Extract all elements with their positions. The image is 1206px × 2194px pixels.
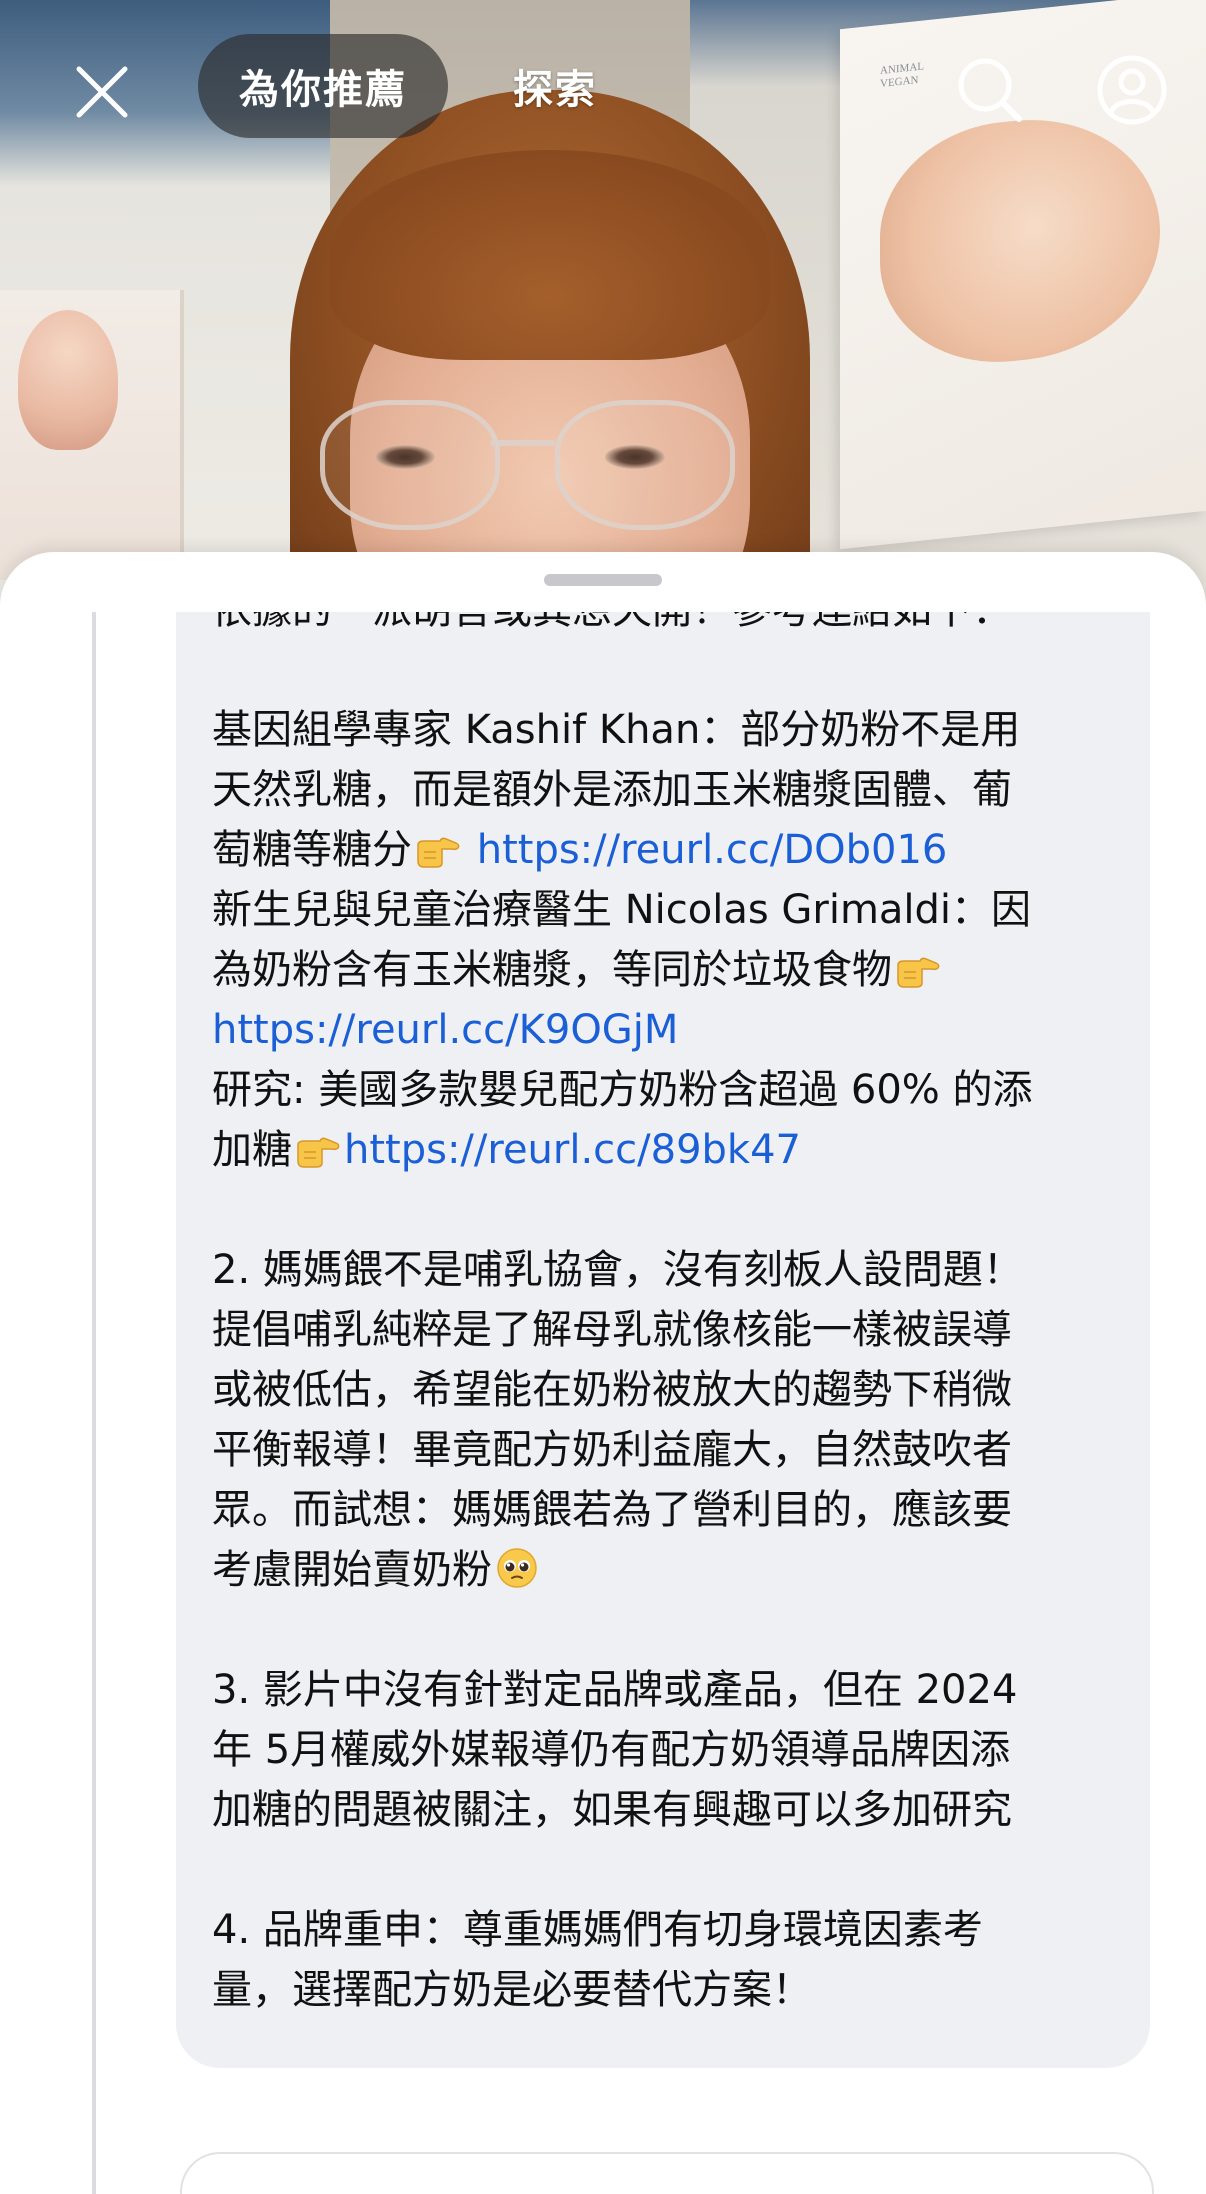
tab-explore[interactable]: 探索 bbox=[480, 34, 630, 138]
profile-icon bbox=[1097, 55, 1167, 125]
comment-text-segment: 天然乳糖，而是額外是添加玉米糖漿固體、葡 bbox=[212, 767, 1012, 813]
pointing-right-emoji-icon bbox=[897, 957, 940, 988]
comment-line: 為奶粉含有玉米糖漿，等同於垃圾食物 bbox=[212, 940, 1142, 1000]
comment-text-segment: 年 5月權威外媒報導仍有配方奶領導品牌因添 bbox=[212, 1727, 1011, 1773]
comment-text-segment: 基因組學專家 Kashif Khan：部分奶粉不是用 bbox=[212, 707, 1021, 753]
reference-link[interactable]: https://reurl.cc/K9OGjM bbox=[212, 1007, 678, 1053]
comment-text-segment: 加糖 bbox=[212, 1127, 292, 1173]
comment-text-segment: 4. 品牌重申：尊重媽媽們有切身環境因素考 bbox=[212, 1907, 983, 1953]
close-icon bbox=[76, 66, 128, 118]
comment-line: 研究: 美國多款嬰兒配方奶粉含超過 60% 的添 bbox=[212, 1060, 1142, 1120]
pointing-right-emoji-icon bbox=[297, 1137, 340, 1168]
presenter-fringe bbox=[330, 150, 770, 360]
comment-line bbox=[212, 1600, 1142, 1660]
comment-line bbox=[212, 2020, 1142, 2068]
comment-text-segment: 萄糖等糖分 bbox=[212, 827, 412, 873]
comment-text-segment: 3. 影片中沒有針對定品牌或產品，但在 2024 bbox=[212, 1667, 1018, 1713]
comment-line: 考慮開始賣奶粉 bbox=[212, 1540, 1142, 1600]
comment-line bbox=[212, 640, 1142, 700]
comment-line: 加糖 https://reurl.cc/89bk47 bbox=[212, 1120, 1142, 1180]
comment-line: 量，選擇配方奶是必要替代方案！ bbox=[212, 1960, 1142, 2020]
comment-text-segment bbox=[464, 827, 477, 873]
comment-text-segment: 平衡報導！畢竟配方奶利益龐大，自然鼓吹者 bbox=[212, 1427, 1012, 1473]
comment-line: 提倡哺乳純粹是了解母乳就像核能一樣被誤導 bbox=[212, 1300, 1142, 1360]
comment-line: 平衡報導！畢竟配方奶利益龐大，自然鼓吹者 bbox=[212, 1420, 1142, 1480]
pleading-face-emoji-icon bbox=[497, 1548, 537, 1588]
reply-input-box[interactable] bbox=[180, 2152, 1154, 2194]
top-navigation: 為你推薦 探索 bbox=[0, 28, 1206, 148]
glasses-lens-left bbox=[320, 400, 500, 530]
profile-button[interactable] bbox=[1090, 48, 1174, 132]
comment-text-segment: 眾。而試想：媽媽餵若為了營利目的，應該要 bbox=[212, 1487, 1012, 1533]
comment-bubble: 依據的一派胡言或異想天開！參考連結如下： 基因組學專家 Kashif Khan：部… bbox=[176, 612, 1150, 2068]
comment-text: 依據的一派胡言或異想天開！參考連結如下： 基因組學專家 Kashif Khan：部… bbox=[212, 612, 1142, 2068]
search-icon bbox=[958, 58, 1022, 122]
search-button[interactable] bbox=[948, 48, 1032, 132]
comments-sheet[interactable]: 依據的一派胡言或異想天開！參考連結如下： 基因組學專家 Kashif Khan：部… bbox=[0, 552, 1206, 2194]
comment-text-segment: 依據的一派胡言或異想天開！參考連結如下： bbox=[212, 612, 1012, 633]
comment-line: 新生兒與兒童治療醫生 Nicolas Grimaldi：因 bbox=[212, 880, 1142, 940]
comment-line: 天然乳糖，而是額外是添加玉米糖漿固體、葡 bbox=[212, 760, 1142, 820]
comment-text-segment: 量，選擇配方奶是必要替代方案！ bbox=[212, 1967, 812, 2013]
sheet-drag-handle[interactable] bbox=[544, 574, 662, 586]
comment-line: 加糖的問題被關注，如果有興趣可以多加研究 bbox=[212, 1780, 1142, 1840]
comment-line: 基因組學專家 Kashif Khan：部分奶粉不是用 bbox=[212, 700, 1142, 760]
reference-link[interactable]: https://reurl.cc/DOb016 bbox=[477, 827, 948, 873]
screen: ANIMAL VEGAN 為你推薦 探索 基因組學專家 Kashif Khan：… bbox=[0, 0, 1206, 2194]
comment-text-segment: 為奶粉含有玉米糖漿，等同於垃圾食物 bbox=[212, 947, 892, 993]
reference-link[interactable]: https://reurl.cc/89bk47 bbox=[344, 1127, 801, 1173]
comment-text-segment: 研究: 美國多款嬰兒配方奶粉含超過 60% 的添 bbox=[212, 1067, 1033, 1113]
comment-line bbox=[212, 1180, 1142, 1240]
comment-line: 4. 品牌重申：尊重媽媽們有切身環境因素考 bbox=[212, 1900, 1142, 1960]
comment-text-segment: 考慮開始賣奶粉 bbox=[212, 1547, 492, 1593]
comment-text-segment: 2. 媽媽餵不是哺乳協會，沒有刻板人設問題！ bbox=[212, 1247, 1023, 1293]
comment-line: 2. 媽媽餵不是哺乳協會，沒有刻板人設問題！ bbox=[212, 1240, 1142, 1300]
comment-line: 或被低估，希望能在奶粉被放大的趨勢下稍微 bbox=[212, 1360, 1142, 1420]
comment-line: 3. 影片中沒有針對定品牌或產品，但在 2024 bbox=[212, 1660, 1142, 1720]
comment-line: 萄糖等糖分 https://reurl.cc/DOb016 bbox=[212, 820, 1142, 880]
comment-line: 依據的一派胡言或異想天開！參考連結如下： bbox=[212, 612, 1142, 640]
glasses-lens-right bbox=[555, 400, 735, 530]
baby-poster-left bbox=[0, 290, 184, 580]
comment-line: https://reurl.cc/K9OGjM bbox=[212, 1000, 1142, 1060]
tab-recommended[interactable]: 為你推薦 bbox=[198, 34, 448, 138]
glasses-bridge bbox=[490, 440, 556, 446]
comment-text-segment: 加糖的問題被關注，如果有興趣可以多加研究 bbox=[212, 1787, 1012, 1833]
comment-line: 年 5月權威外媒報導仍有配方奶領導品牌因添 bbox=[212, 1720, 1142, 1780]
close-button[interactable] bbox=[62, 52, 142, 132]
pointing-right-emoji-icon bbox=[417, 837, 460, 868]
comment-text-segment: 提倡哺乳純粹是了解母乳就像核能一樣被誤導 bbox=[212, 1307, 1012, 1353]
baby-image bbox=[18, 310, 118, 450]
reply-thread-line bbox=[92, 612, 96, 2194]
comment-text-segment: 新生兒與兒童治療醫生 Nicolas Grimaldi：因 bbox=[212, 887, 1032, 933]
comment-line bbox=[212, 1840, 1142, 1900]
comment-text-segment: 或被低估，希望能在奶粉被放大的趨勢下稍微 bbox=[212, 1367, 1012, 1413]
comment-line: 眾。而試想：媽媽餵若為了營利目的，應該要 bbox=[212, 1480, 1142, 1540]
